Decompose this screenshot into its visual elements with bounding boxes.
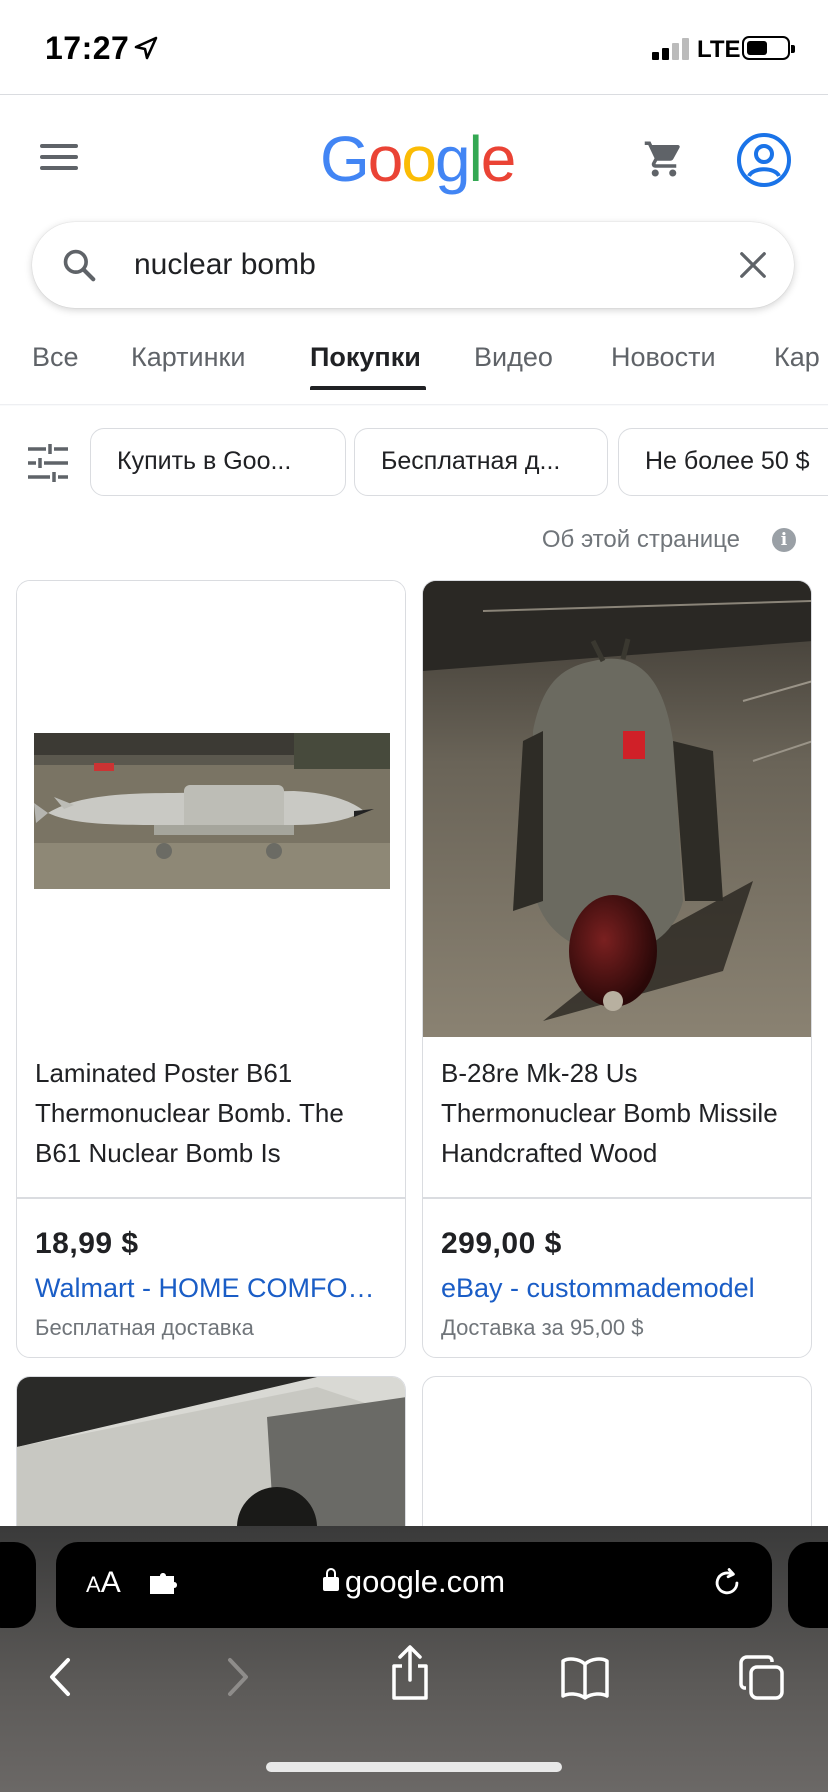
account-icon[interactable] [736,132,792,188]
product-price: 18,99 $ [35,1227,139,1260]
product-shipping: Доставка за 95,00 $ [441,1315,644,1340]
filter-chip-free-shipping[interactable]: Бесплатная д... [354,428,608,496]
product-price: 299,00 $ [441,1227,562,1260]
product-card[interactable]: Laminated Poster B61 Thermonuclear Bomb.… [16,580,406,1358]
product-title[interactable]: B-28re Mk-28 Us Thermonuclear Bomb Missi… [441,1053,801,1173]
divider [0,94,828,95]
status-bar: 17:27 LTE [0,0,828,94]
about-this-page-link[interactable]: Об этой странице [542,526,740,554]
search-box[interactable] [32,222,794,308]
search-tabs: Все Картинки Покупки Видео Новости Кар [0,340,828,406]
tab-video[interactable]: Видео [474,342,553,373]
url-text[interactable]: google.com [56,1564,772,1600]
tab-news[interactable]: Новости [611,342,716,373]
forward-icon[interactable] [218,1652,258,1702]
battery-icon [742,36,795,60]
bookmarks-icon[interactable] [560,1656,610,1700]
product-title[interactable]: Laminated Poster B61 Thermonuclear Bomb.… [35,1053,395,1173]
active-tab-indicator [310,386,426,390]
tab-images[interactable]: Картинки [131,342,245,373]
divider [0,404,828,406]
product-image[interactable] [17,581,405,1037]
filter-chip-buy-on-google[interactable]: Купить в Goo... [90,428,346,496]
cell-signal-icon [652,38,692,60]
product-seller-link[interactable]: Walmart - HOME COMFO… [35,1273,395,1304]
lock-icon [322,1568,339,1591]
reload-icon[interactable] [710,1566,744,1600]
previous-tab-pill[interactable] [0,1542,36,1628]
bomb-poster-image [34,733,390,889]
search-icon [63,249,96,282]
filter-chip-price[interactable]: Не более 50 $ [618,428,828,496]
location-arrow-icon [134,36,158,60]
product-shipping: Бесплатная доставка [35,1315,254,1340]
tune-icon[interactable] [28,444,68,482]
back-icon[interactable] [40,1652,80,1702]
close-icon[interactable] [738,250,768,280]
google-logo[interactable]: Google [320,122,516,196]
tabs-icon[interactable] [738,1654,786,1702]
next-tab-pill[interactable] [788,1542,828,1628]
status-time: 17:27 [45,30,130,66]
divider [17,1197,405,1199]
tab-all[interactable]: Все [32,342,79,373]
divider [423,1197,811,1199]
product-seller-link[interactable]: eBay - custommademodel [441,1273,801,1304]
cart-icon[interactable] [643,138,685,180]
share-icon[interactable] [388,1644,432,1702]
network-type: LTE [697,36,741,63]
info-icon[interactable]: i [772,528,796,552]
search-input[interactable] [132,240,652,290]
bomb-model-image [423,581,811,1037]
product-card[interactable]: B-28re Mk-28 Us Thermonuclear Bomb Missi… [422,580,812,1358]
tab-maps[interactable]: Кар [774,342,820,373]
address-bar[interactable]: AA google.com [56,1542,772,1628]
home-indicator [266,1762,562,1772]
tab-shopping[interactable]: Покупки [310,342,421,373]
product-image[interactable] [423,581,811,1037]
menu-icon[interactable] [40,144,78,170]
